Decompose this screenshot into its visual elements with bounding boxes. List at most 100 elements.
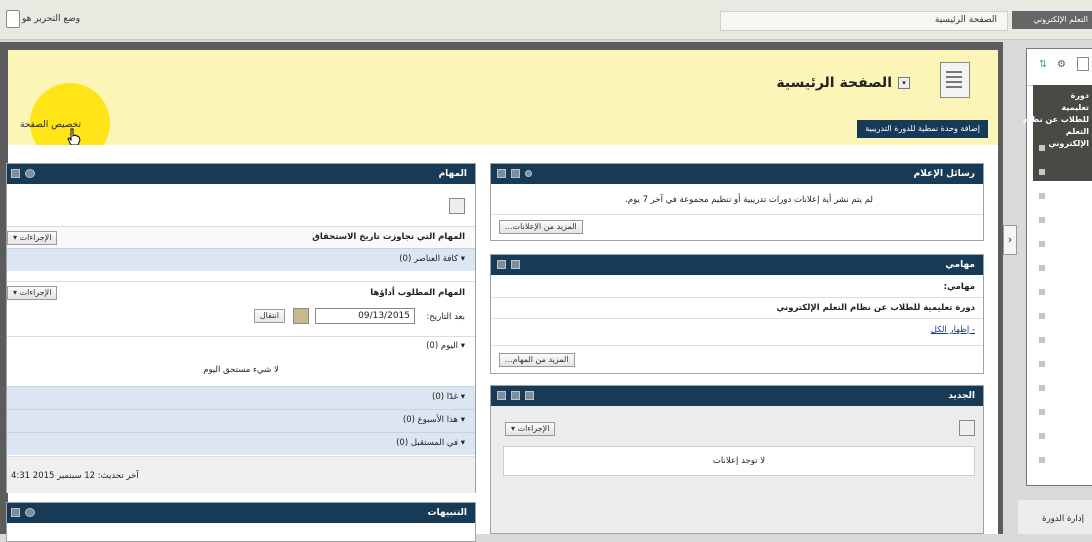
edit-mode-toggle[interactable] [6, 10, 20, 28]
course-sidebar: ⇅ ⚙ دورة تعليمية للطلاب عن نظام التعلم ا… [1023, 48, 1092, 486]
page-title: الصفحة الرئيسية [776, 75, 892, 91]
course-menu-button[interactable]: التعلم الإلكتروني [1012, 11, 1092, 29]
tasks-header: المهام [7, 164, 475, 184]
whats-new-header: الجديد [491, 386, 983, 406]
view-all-link[interactable]: - إظهار الكل [931, 325, 975, 335]
this-week-label: ▾ هذا الأسبوع (0) [402, 415, 465, 425]
my-tasks-header: مهامي [491, 255, 983, 275]
course-management-label[interactable]: إدارة الدورة [1042, 514, 1084, 524]
date-filter-row: بعد التاريخ: 09/13/2015 انتقال [7, 306, 475, 328]
tasks-footer: آخر تحديث: 12 سبتمبر 2015 4:31 [7, 456, 475, 493]
go-button[interactable]: انتقال [253, 309, 285, 323]
announcements-module: رسائل الإعلام لم يتم نشر أية إعلانات دور… [490, 163, 984, 241]
more-announcements-button[interactable]: المزيد من الإعلانات... [499, 220, 583, 234]
sidebar-item[interactable] [1039, 361, 1045, 367]
sidebar-item[interactable] [1039, 457, 1045, 463]
nothing-due-text: لا شيء مستحق اليوم [203, 365, 279, 375]
due-title: المهام المطلوب أداؤها [370, 288, 465, 298]
today-row[interactable]: ▾ اليوم (0) [7, 336, 475, 357]
main-area: رسائل الإعلام لم يتم نشر أية إعلانات دور… [6, 145, 998, 542]
collapse-icon[interactable] [11, 508, 20, 517]
module-options-icon[interactable] [449, 198, 465, 214]
page-header: ▾ الصفحة الرئيسية إضافة وحدة نمطية للدور… [8, 50, 998, 145]
collapse-icon[interactable] [497, 169, 506, 178]
alerts-module: التنبيهات [6, 502, 476, 542]
all-items-row[interactable]: ▾ كافة العناصر (0) [7, 248, 475, 271]
empty-notice-box: لا توجد إعلانات [503, 446, 975, 476]
announcements-header: رسائل الإعلام [491, 164, 983, 184]
minimize-icon[interactable] [511, 391, 520, 400]
my-tasks-module: مهامي مهامي: دورة تعليمية للطلاب عن نظام… [490, 254, 984, 374]
alerts-header: التنبيهات [7, 503, 475, 523]
overdue-title: المهام التي تجاوزت تاريخ الاستحقاق [312, 232, 465, 242]
page-document-icon [940, 62, 970, 98]
top-bar: وضع التحرير هو الصفحة الرئيسية التعلم ال… [0, 0, 1092, 40]
sidebar-course-title: دورة تعليمية للطلاب عن نظام التعلم الإلك… [1023, 85, 1092, 181]
sidebar-item[interactable] [1039, 433, 1045, 439]
future-row[interactable]: ▾ في المستقبل (0) [7, 432, 475, 455]
announcements-message: لم يتم نشر أية إعلانات دورات تدريبية أو … [625, 195, 873, 205]
settings-icon[interactable]: ⚙ [1057, 59, 1066, 70]
settings-icon[interactable] [25, 508, 35, 517]
actions-button[interactable]: الإجراءات ▾ [505, 422, 556, 436]
sidebar-item[interactable] [1039, 409, 1045, 415]
last-updated: آخر تحديث: 12 سبتمبر 2015 4:31 [11, 471, 139, 481]
minimize-icon[interactable] [511, 169, 520, 178]
this-week-row[interactable]: ▾ هذا الأسبوع (0) [7, 409, 475, 432]
sidebar-toolbar: ⇅ ⚙ [1027, 49, 1092, 86]
whats-new-title: الجديد [948, 391, 975, 401]
add-module-button[interactable]: إضافة وحدة نمطية للدورة التدريبية [857, 120, 988, 138]
hand-cursor-icon [67, 128, 81, 146]
date-input[interactable]: 09/13/2015 [315, 308, 415, 324]
sidebar-item[interactable] [1039, 241, 1045, 247]
today-label: ▾ اليوم (0) [426, 341, 465, 351]
overdue-section-header: المهام التي تجاوزت تاريخ الاستحقاق الإجر… [7, 226, 475, 250]
overdue-actions-button[interactable]: الإجراءات ▾ [7, 231, 58, 245]
sidebar-item[interactable] [1039, 337, 1045, 343]
refresh-icon[interactable]: ⇅ [1039, 59, 1047, 70]
sidebar-title-line: الإلكتروني [1048, 139, 1089, 148]
collapse-icon[interactable] [11, 169, 20, 178]
alerts-title: التنبيهات [427, 508, 467, 518]
future-label: ▾ في المستقبل (0) [396, 438, 465, 448]
settings-icon[interactable] [25, 169, 35, 178]
tasks-module: المهام المهام التي تجاوزت تاريخ الاستحقا… [6, 163, 476, 493]
empty-notice: لا توجد إعلانات [712, 456, 766, 466]
minimize-icon[interactable] [511, 260, 520, 269]
breadcrumb-item[interactable]: الصفحة الرئيسية [935, 15, 997, 25]
collapse-icon[interactable] [497, 391, 506, 400]
my-tasks-course-line: دورة تعليمية للطلاب عن نظام التعلم الإلك… [776, 303, 975, 313]
sidebar-item[interactable] [1039, 217, 1045, 223]
sidebar-title-line: للطلاب عن نظام [1022, 115, 1089, 124]
chevron-down-icon[interactable]: ▾ [898, 77, 910, 89]
sidebar-item[interactable] [1039, 385, 1045, 391]
my-tasks-title: مهامي [945, 260, 975, 270]
sidebar-item[interactable] [1039, 265, 1045, 271]
sidebar-item[interactable] [1039, 145, 1045, 151]
actions-label: الإجراءات [19, 288, 52, 297]
chevron-right-icon[interactable]: › [1003, 225, 1017, 255]
sidebar-title-line: دورة [1070, 91, 1089, 100]
my-tasks-label: مهامي: [943, 282, 975, 292]
actions-label: الإجراءات [19, 233, 52, 242]
calendar-icon[interactable] [293, 308, 309, 324]
date-label: بعد التاريخ: [426, 312, 465, 322]
module-options-icon[interactable] [959, 420, 975, 436]
close-icon[interactable] [525, 391, 534, 400]
tasks-title: المهام [438, 169, 467, 179]
breadcrumb: الصفحة الرئيسية [720, 11, 1008, 31]
all-items-label: ▾ كافة العناصر (0) [399, 254, 465, 264]
sidebar-item[interactable] [1039, 193, 1045, 199]
more-tasks-button[interactable]: المزيد من المهام... [499, 353, 575, 367]
collapse-icon[interactable] [497, 260, 506, 269]
tomorrow-label: ▾ غدًا (0) [431, 392, 465, 402]
actions-label: الإجراءات [517, 424, 550, 433]
due-actions-button[interactable]: الإجراءات ▾ [7, 286, 58, 300]
sidebar-item[interactable] [1039, 169, 1045, 175]
sidebar-bottom: إدارة الدورة [1018, 500, 1092, 534]
page-icon[interactable] [1077, 57, 1089, 71]
tomorrow-row[interactable]: ▾ غدًا (0) [7, 386, 475, 409]
sidebar-item[interactable] [1039, 313, 1045, 319]
sidebar-item[interactable] [1039, 289, 1045, 295]
settings-icon[interactable] [525, 170, 532, 177]
